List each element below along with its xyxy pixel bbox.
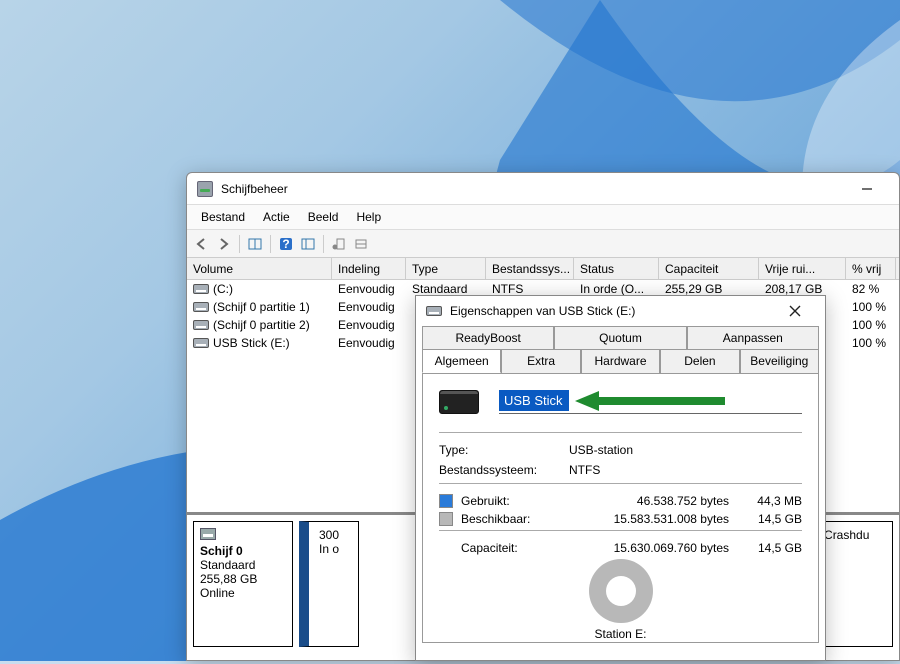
dialog-titlebar[interactable]: Eigenschappen van USB Stick (E:): [416, 296, 825, 326]
close-button[interactable]: [775, 297, 815, 325]
titlebar[interactable]: Schijfbeheer: [187, 173, 899, 205]
capacity-size: 14,5 GB: [747, 541, 802, 555]
drive-icon: [426, 306, 442, 316]
fs-label: Bestandssysteem:: [439, 463, 569, 477]
used-label: Gebruikt:: [461, 494, 556, 508]
col-volume[interactable]: Volume: [187, 258, 332, 279]
volume-name: (Schijf 0 partitie 2): [213, 318, 310, 332]
col-pct[interactable]: % vrij: [846, 258, 896, 279]
disk-title: Schijf 0: [200, 544, 243, 558]
menu-beeld[interactable]: Beeld: [300, 207, 347, 227]
list-icon[interactable]: [350, 233, 372, 255]
refresh-icon[interactable]: [297, 233, 319, 255]
volume-name-input[interactable]: USB Stick: [499, 390, 569, 411]
window-title: Schijfbeheer: [221, 182, 845, 196]
menu-help[interactable]: Help: [348, 207, 389, 227]
menubar: Bestand Actie Beeld Help: [187, 205, 899, 230]
col-indeling[interactable]: Indeling: [332, 258, 406, 279]
type-value: USB-station: [569, 443, 633, 457]
free-swatch-icon: [439, 512, 453, 526]
tab-readyboost[interactable]: ReadyBoost: [422, 326, 554, 349]
volume-name: USB Stick (E:): [213, 336, 290, 350]
volume-list-header[interactable]: Volume Indeling Type Bestandssys... Stat…: [187, 258, 899, 280]
drive-icon: [193, 284, 209, 294]
tab-beveiliging[interactable]: Beveiliging: [740, 349, 819, 373]
menu-actie[interactable]: Actie: [255, 207, 298, 227]
col-status[interactable]: Status: [574, 258, 659, 279]
disk-info-box[interactable]: Schijf 0 Standaard 255,88 GB Online: [193, 521, 293, 647]
fs-value: NTFS: [569, 463, 600, 477]
disk-type: Standaard: [200, 558, 255, 572]
properties-icon[interactable]: [328, 233, 350, 255]
annotation-arrow-icon: [575, 391, 725, 411]
svg-text:?: ?: [282, 237, 289, 251]
usage-pie-chart: [589, 559, 653, 623]
tab-quotum[interactable]: Quotum: [554, 326, 686, 349]
tab-hardware[interactable]: Hardware: [581, 349, 660, 373]
free-bytes: 15.583.531.008 bytes: [556, 512, 747, 526]
tab-extra[interactable]: Extra: [501, 349, 580, 373]
capacity-label: Capaciteit:: [461, 541, 556, 555]
disk-icon: [200, 528, 216, 540]
partition-box[interactable]: 300 In o: [299, 521, 359, 647]
dialog-title: Eigenschappen van USB Stick (E:): [450, 304, 775, 318]
drive-icon: [193, 320, 209, 330]
toolbar: ?: [187, 230, 899, 258]
used-swatch-icon: [439, 494, 453, 508]
tab-algemeen[interactable]: Algemeen: [422, 349, 501, 373]
properties-dialog: Eigenschappen van USB Stick (E:) Algemee…: [415, 295, 826, 661]
disk-status: Online: [200, 586, 235, 600]
tab-aanpassen[interactable]: Aanpassen: [687, 326, 819, 349]
view-icon[interactable]: [244, 233, 266, 255]
menu-bestand[interactable]: Bestand: [193, 207, 253, 227]
disk-size: 255,88 GB: [200, 572, 257, 586]
drive-icon: [193, 338, 209, 348]
col-type[interactable]: Type: [406, 258, 486, 279]
col-vrije[interactable]: Vrije rui...: [759, 258, 846, 279]
tab-content-algemeen: USB Stick Type: USB-station Bestandssyst…: [422, 373, 819, 643]
forward-button[interactable]: [213, 233, 235, 255]
drive-large-icon: [439, 390, 479, 414]
tab-delen[interactable]: Delen: [660, 349, 739, 373]
tab-strip: Algemeen Extra Hardware Delen Beveiligin…: [422, 326, 819, 373]
free-label: Beschikbaar:: [461, 512, 556, 526]
disk-mgmt-icon: [197, 181, 213, 197]
help-icon[interactable]: ?: [275, 233, 297, 255]
volume-name: (Schijf 0 partitie 1): [213, 300, 310, 314]
type-label: Type:: [439, 443, 569, 457]
capacity-bytes: 15.630.069.760 bytes: [556, 541, 747, 555]
drive-icon: [193, 302, 209, 312]
col-capaciteit[interactable]: Capaciteit: [659, 258, 759, 279]
station-label: Station E:: [439, 627, 802, 641]
used-bytes: 46.538.752 bytes: [556, 494, 747, 508]
used-size: 44,3 MB: [747, 494, 802, 508]
minimize-button[interactable]: [845, 174, 889, 204]
free-size: 14,5 GB: [747, 512, 802, 526]
col-fs[interactable]: Bestandssys...: [486, 258, 574, 279]
volume-name: (C:): [213, 282, 233, 296]
back-button[interactable]: [191, 233, 213, 255]
